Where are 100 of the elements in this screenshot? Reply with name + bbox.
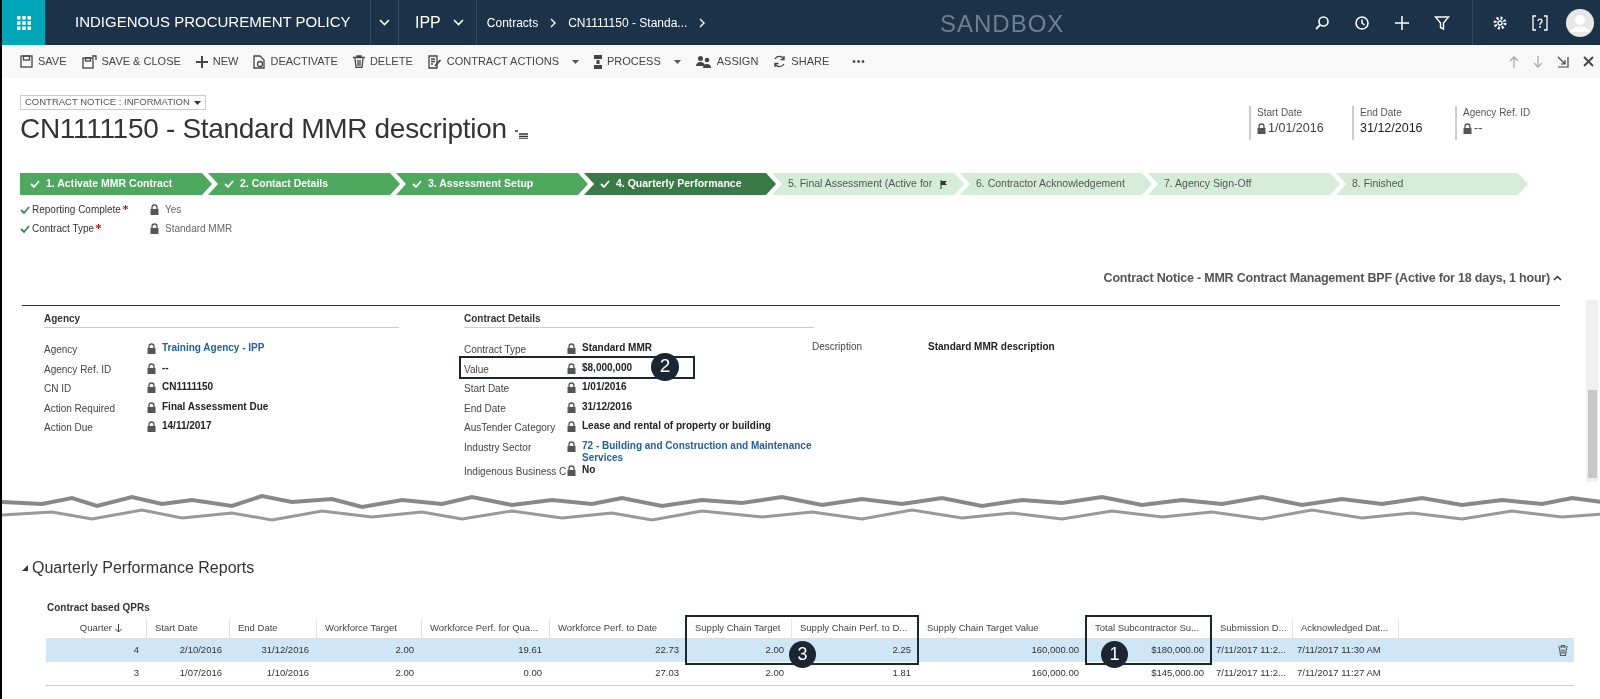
collapse-caret-icon[interactable] xyxy=(22,565,28,571)
table-cell: 1/07/2016 xyxy=(179,666,222,681)
document-icon xyxy=(253,54,266,69)
sort-down-arrow-icon[interactable] xyxy=(115,624,122,633)
close-icon[interactable] xyxy=(1583,56,1594,67)
process-stage[interactable]: 4. Quarterly Performance xyxy=(584,173,776,195)
column-header[interactable]: Workforce Perf. for Qua... xyxy=(430,621,539,636)
table-cell: 27.03 xyxy=(655,666,679,681)
command-button[interactable]: SAVE xyxy=(20,53,67,70)
lock-icon xyxy=(567,440,576,452)
trash-icon xyxy=(352,55,365,68)
command-button[interactable]: DELETE xyxy=(352,53,413,70)
column-header[interactable]: Quarter xyxy=(79,621,112,636)
lock-icon xyxy=(147,362,156,374)
document-pen-icon xyxy=(427,54,442,69)
column-header[interactable]: Supply Chain Target xyxy=(695,621,781,636)
section-title: Contract Details xyxy=(464,311,814,328)
column-header[interactable]: Workforce Target xyxy=(325,621,397,636)
column-header[interactable]: Acknowledged Dat... xyxy=(1301,621,1389,636)
settings-icon[interactable] xyxy=(1492,14,1508,31)
field-label: Value xyxy=(464,362,490,377)
column-header[interactable]: Start Date xyxy=(155,621,198,636)
command-button[interactable]: SHARE xyxy=(773,53,830,70)
chevron-down-icon[interactable] xyxy=(452,19,464,26)
section-heading: Quarterly Performance Reports xyxy=(32,558,255,578)
lock-icon xyxy=(567,421,576,432)
chevron-up-icon[interactable] xyxy=(1553,275,1562,282)
check-icon xyxy=(30,180,40,188)
people-icon xyxy=(695,55,712,68)
field-label: AusTender Category xyxy=(464,421,557,435)
header-field-label: End Date xyxy=(1360,106,1403,119)
breadcrumb-link[interactable]: CN1111150 - Standa... xyxy=(568,13,688,32)
table-cell: 7/11/2017 11:27 AM xyxy=(1297,666,1381,681)
field-link[interactable]: 72 - Building and Construction and Maintenance Services xyxy=(582,439,812,464)
area-name[interactable]: IPP xyxy=(415,10,441,35)
table-cell: 7/11/2017 11:2... xyxy=(1216,643,1286,658)
help-icon[interactable] xyxy=(1532,14,1548,31)
app-launcher-button[interactable] xyxy=(2,0,45,45)
field-label: Industry Sector xyxy=(464,440,533,455)
table-cell: 1.81 xyxy=(892,666,911,681)
save-close-icon xyxy=(81,54,97,69)
field-value: Final Assessment Due xyxy=(162,400,269,413)
table-cell: 7/11/2017 11:30 AM xyxy=(1297,643,1381,658)
field-value: Standard MMR description xyxy=(928,340,1055,354)
process-stage[interactable]: 5. Final Assessment (Active for xyxy=(772,173,964,195)
trash-icon[interactable] xyxy=(1558,645,1568,656)
header-field-value: 31/12/2016 xyxy=(1360,120,1423,137)
field-label: Agency Ref. ID xyxy=(44,362,113,377)
avatar-icon[interactable] xyxy=(1566,8,1594,37)
column-header[interactable]: Total Subcontractor Su... xyxy=(1095,621,1200,636)
command-button[interactable]: NEW xyxy=(195,53,239,70)
field-value: 14/11/2017 xyxy=(162,420,212,432)
table-cell: 0.00 xyxy=(523,666,542,681)
app-title[interactable]: INDIGENOUS PROCUREMENT POLICY xyxy=(75,11,370,34)
breadcrumb-link[interactable]: Contracts xyxy=(486,13,539,32)
table-cell: 19.61 xyxy=(518,643,542,658)
search-icon[interactable] xyxy=(1314,14,1330,31)
field-value: Standard MMR xyxy=(582,342,652,354)
form-selector[interactable]: CONTRACT NOTICE : INFORMATION xyxy=(20,95,206,110)
column-header[interactable]: Supply Chain Target Value xyxy=(927,621,1039,636)
command-button[interactable]: DEACTIVATE xyxy=(253,53,338,70)
field-link[interactable]: Training Agency - IPP xyxy=(162,342,265,354)
pop-out-icon[interactable] xyxy=(1557,55,1569,68)
process-name: Contract Notice - MMR Contract Management BPF (Active for 18 days, 1 hour) xyxy=(1103,270,1550,287)
filter-icon[interactable] xyxy=(1434,14,1450,31)
stage-field-label: Contract Type xyxy=(32,222,95,236)
column-header[interactable]: End Date xyxy=(238,621,278,636)
process-stage[interactable]: 7. Agency Sign-Off xyxy=(1148,173,1340,195)
column-header[interactable]: Submission D... xyxy=(1220,621,1287,636)
command-button[interactable]: ASSIGN xyxy=(695,53,759,70)
add-icon[interactable] xyxy=(1394,14,1410,31)
chevron-down-icon[interactable] xyxy=(379,19,390,26)
table-cell: $145,000.00 xyxy=(1151,666,1204,681)
command-button[interactable]: PROCESS xyxy=(594,53,681,70)
field-value: No xyxy=(582,463,596,476)
column-header[interactable]: Supply Chain Perf. to D... xyxy=(800,621,908,636)
stage-field-value: Standard MMR xyxy=(165,222,233,236)
history-icon[interactable] xyxy=(1354,14,1370,31)
record-title: CN1111150 - Standard MMR description xyxy=(20,112,507,146)
caret-icon xyxy=(193,100,201,105)
stage-field-label: Reporting Complete xyxy=(32,203,121,217)
command-button[interactable]: CONTRACT ACTIONS xyxy=(427,53,579,70)
process-stage[interactable]: 8. Finished xyxy=(1336,173,1528,195)
grid-icon xyxy=(16,15,31,30)
table-cell: 2.00 xyxy=(765,666,784,681)
lock-icon xyxy=(1463,122,1472,134)
lock-icon xyxy=(150,204,159,215)
lock-icon xyxy=(567,362,576,374)
command-button[interactable]: SAVE & CLOSE xyxy=(81,53,181,70)
field-value: 31/12/2016 xyxy=(582,400,633,413)
scrollbar[interactable] xyxy=(1586,300,1598,482)
field-label: Start Date xyxy=(464,382,511,396)
more-commands-button[interactable]: ••• xyxy=(844,54,874,69)
save-icon xyxy=(20,55,33,68)
table-cell: 31/12/2016 xyxy=(261,643,309,658)
list-icon[interactable] xyxy=(514,130,528,139)
column-header[interactable]: Workforce Perf. to Date xyxy=(558,621,658,636)
table-cell: 2.00 xyxy=(395,643,414,658)
header-field-value: 1/01/2016 xyxy=(1268,120,1324,137)
process-stage[interactable]: 6. Contractor Acknowledgement xyxy=(960,173,1152,195)
